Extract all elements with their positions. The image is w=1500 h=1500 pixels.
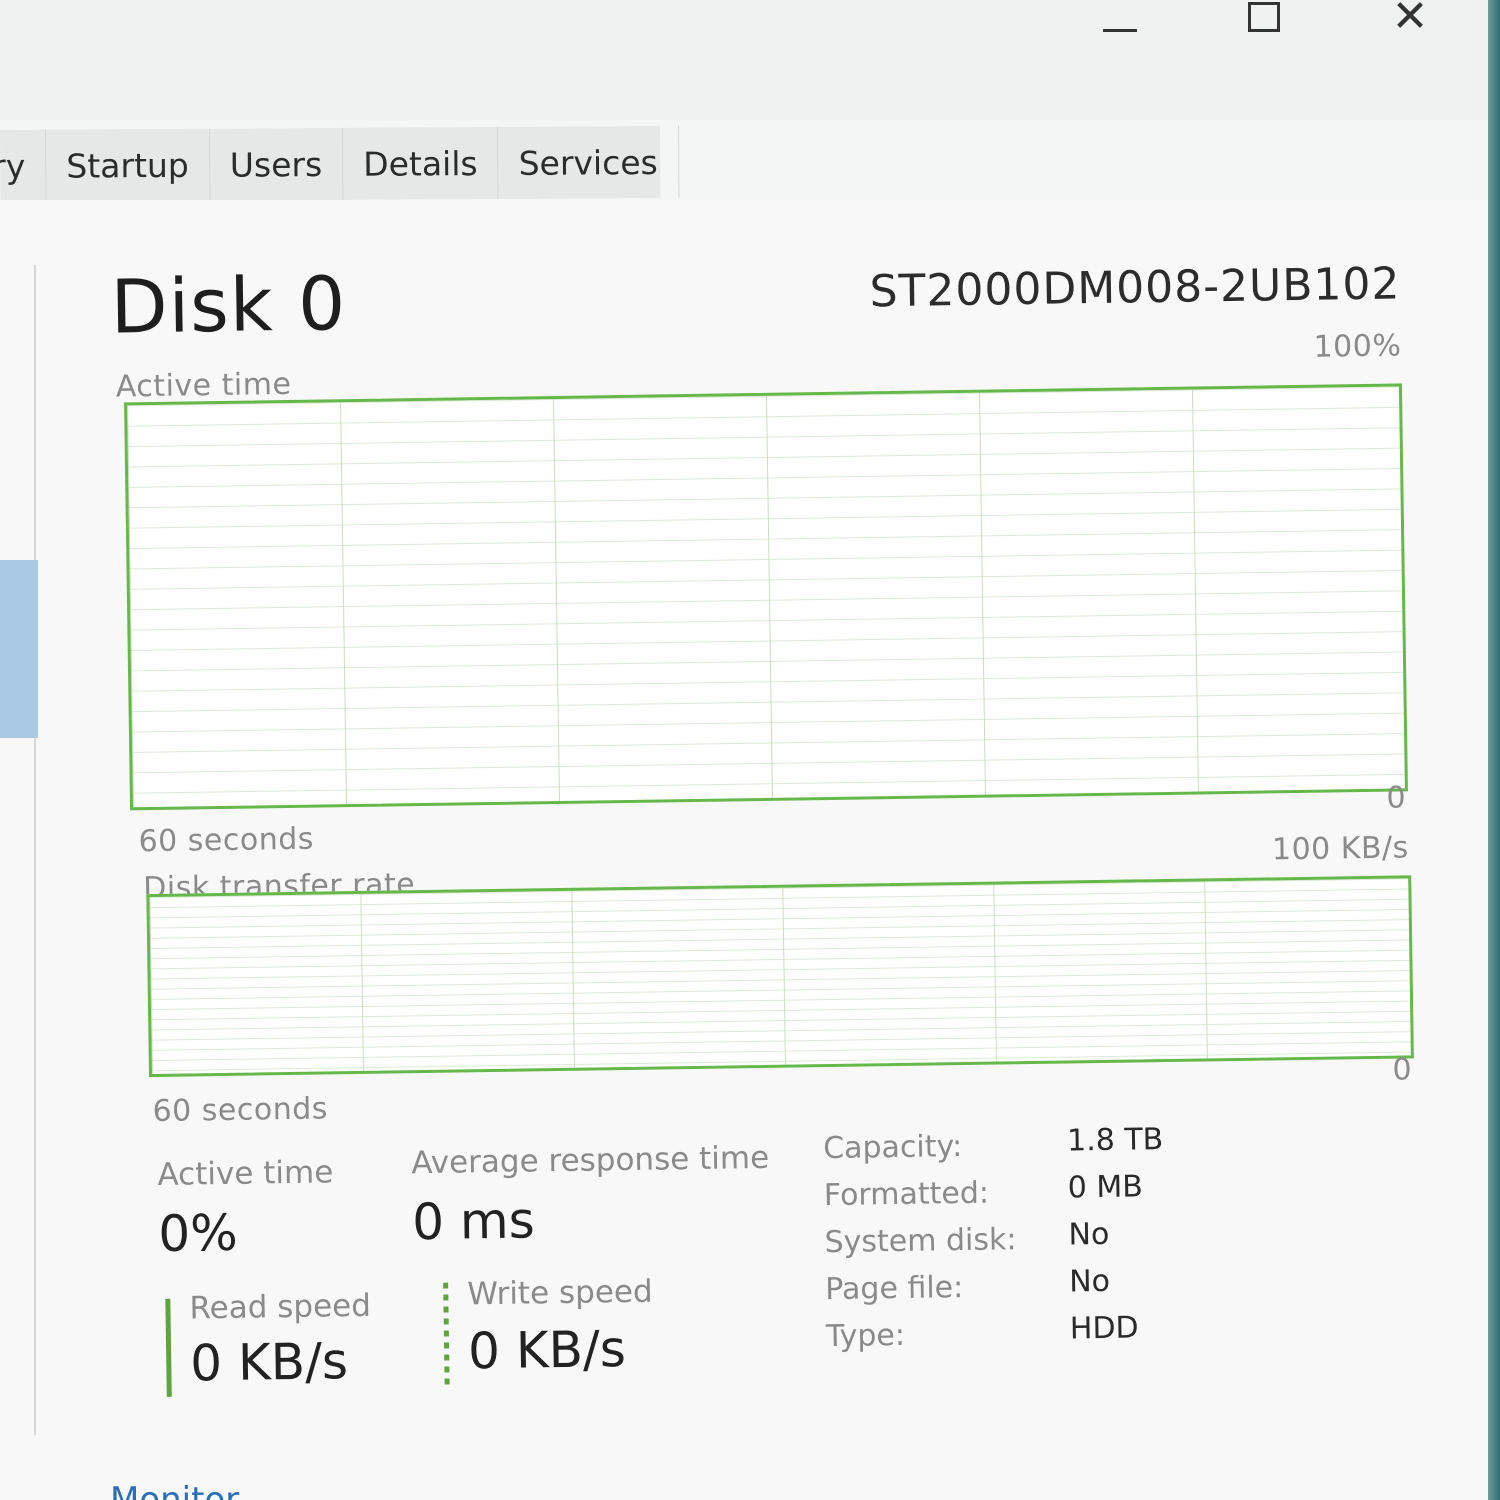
disk-details-panel: Disk 0 ST2000DM008-2UB102 Active time 10… [0, 0, 1488, 1500]
read-speed-legend-bar [165, 1298, 172, 1397]
type-label: Type: [825, 1317, 906, 1355]
active-time-chart-min: 0 [1386, 780, 1407, 816]
page-file-value: No [1068, 1263, 1111, 1300]
page-file-label: Page file: [825, 1270, 964, 1308]
active-time-chart-label: Active time [115, 366, 292, 405]
system-disk-value: No [1068, 1216, 1110, 1253]
transfer-rate-graph [146, 875, 1414, 1078]
capacity-value: 1.8 TB [1066, 1122, 1164, 1159]
write-speed-value: 0 KB/s [467, 1320, 627, 1381]
type-value: HDD [1069, 1310, 1139, 1347]
write-speed-label: Write speed [467, 1273, 653, 1313]
formatted-label: Formatted: [823, 1175, 990, 1214]
avg-response-value: 0 ms [411, 1191, 536, 1252]
active-time-chart-max: 100% [1313, 328, 1402, 365]
write-speed-legend-bar [443, 1282, 450, 1387]
active-time-chart-duration: 60 seconds [138, 821, 315, 860]
read-speed-label: Read speed [189, 1287, 372, 1327]
read-speed-value: 0 KB/s [189, 1332, 349, 1393]
formatted-value: 0 MB [1067, 1169, 1144, 1206]
active-time-stat-value: 0% [157, 1203, 239, 1263]
disk-title: Disk 0 [109, 261, 347, 351]
open-resource-monitor-link[interactable]: Monitor [110, 1480, 239, 1500]
system-disk-label: System disk: [824, 1222, 1017, 1261]
avg-response-label: Average response time [411, 1139, 770, 1182]
transfer-rate-chart-duration: 60 seconds [152, 1091, 329, 1130]
transfer-rate-chart-max: 100 KB/s [1271, 830, 1410, 868]
disk-model: ST2000DM008-2UB102 [869, 258, 1401, 318]
active-time-stat-label: Active time [157, 1154, 334, 1193]
active-time-graph [124, 383, 1408, 811]
transfer-rate-chart-min: 0 [1392, 1052, 1413, 1088]
capacity-label: Capacity: [822, 1129, 963, 1167]
desktop-background-edge [1488, 0, 1500, 1500]
task-manager-window: ✕ ry Startup Users Details Services Disk… [0, 0, 1488, 1500]
